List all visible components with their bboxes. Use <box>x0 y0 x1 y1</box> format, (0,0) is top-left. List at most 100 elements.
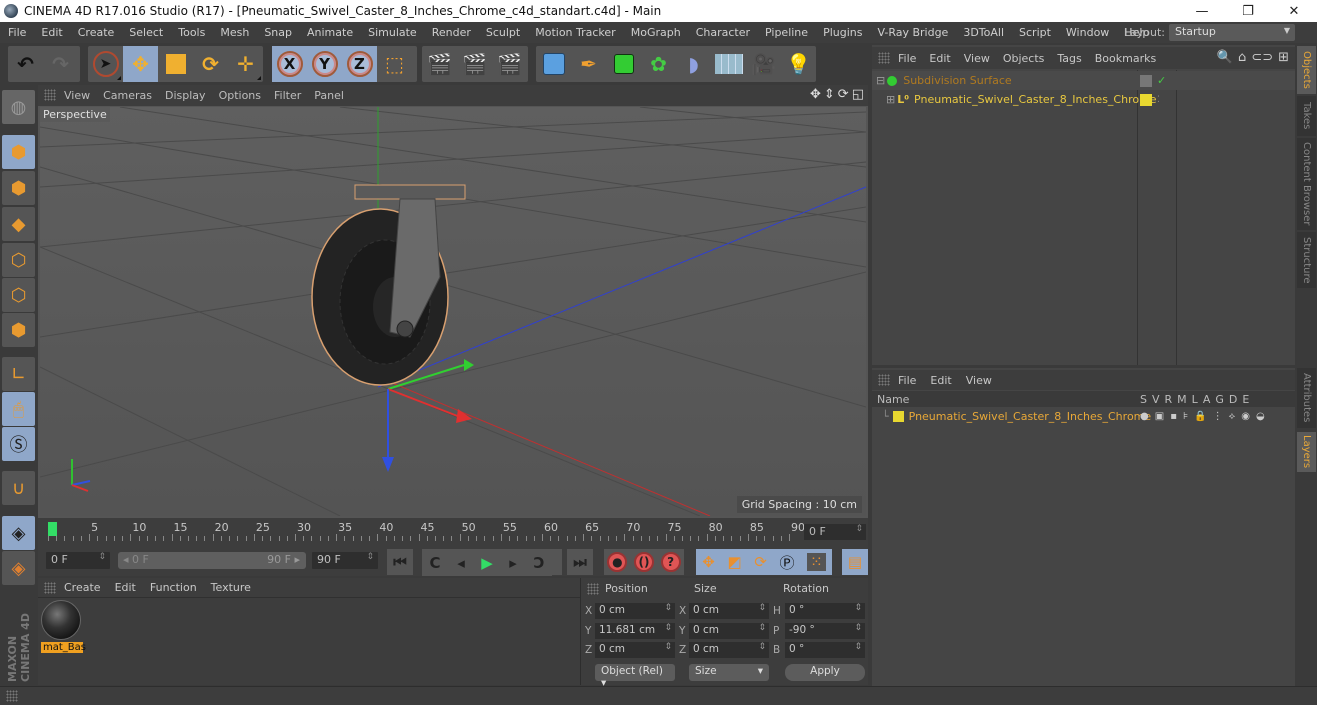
snap-magnet-icon[interactable]: ∪ <box>2 471 35 505</box>
menu-sculpt[interactable]: Sculpt <box>486 26 520 39</box>
layer-icon[interactable] <box>1140 74 1152 87</box>
col-generators[interactable]: G <box>1215 393 1224 406</box>
panel-grip-icon[interactable] <box>878 52 890 64</box>
go-to-start-icon[interactable]: ⏮ <box>387 549 413 575</box>
col-solo[interactable]: S <box>1140 393 1147 406</box>
key-position-icon[interactable]: ✥ <box>702 553 715 571</box>
camera-label[interactable]: Perspective <box>40 107 110 122</box>
menu-pipeline[interactable]: Pipeline <box>765 26 808 39</box>
menu-file[interactable]: File <box>8 26 26 39</box>
deformers-toggle-icon[interactable]: ◉ <box>1241 411 1250 422</box>
coordinate-system-icon[interactable]: ⬚ <box>377 46 412 82</box>
menu-create[interactable]: Create <box>78 26 115 39</box>
material-swatch[interactable]: mat_Bas <box>41 600 86 658</box>
select-tool-icon[interactable]: ➤ <box>88 46 123 82</box>
menu-render[interactable]: Render <box>432 26 471 39</box>
timeline-ruler[interactable]: 051015202530354045505560657075808590 0 F… <box>38 518 868 548</box>
close-button[interactable]: ✕ <box>1271 0 1317 22</box>
obj-menu-view[interactable]: View <box>964 52 990 65</box>
cloner-icon[interactable]: ✿ <box>641 46 676 82</box>
material-menu-create[interactable]: Create <box>64 581 101 594</box>
col-locked[interactable]: L <box>1192 393 1198 406</box>
object-row-caster[interactable]: ⊞ L⁰ Pneumatic_Swivel_Caster_8_Inches_Ch… <box>872 90 1160 109</box>
obj-menu-bookmarks[interactable]: Bookmarks <box>1095 52 1156 65</box>
redo-icon[interactable]: ↷ <box>43 46 78 82</box>
menu-3dtoall[interactable]: 3DToAll <box>963 26 1004 39</box>
menu-edit[interactable]: Edit <box>41 26 62 39</box>
menu-select[interactable]: Select <box>129 26 163 39</box>
model-mode-icon[interactable]: ⬢ <box>2 135 35 169</box>
menu-mograph[interactable]: MoGraph <box>631 26 681 39</box>
layer-color-swatch[interactable] <box>1140 93 1152 106</box>
panel-grip-icon[interactable] <box>6 690 18 702</box>
render-view-icon[interactable]: 🎬 <box>422 46 457 82</box>
position-y-field[interactable]: 11.681 cm ⇕ <box>595 623 675 639</box>
polygons-mode-icon[interactable]: ⬢ <box>2 313 35 347</box>
col-expressions[interactable]: E <box>1242 393 1249 406</box>
col-deformers[interactable]: D <box>1229 393 1237 406</box>
orbit-view-icon[interactable]: ⟳ <box>838 87 849 102</box>
layer-name[interactable]: Pneumatic_Swivel_Caster_8_Inches_Chrome <box>909 410 1152 423</box>
cube-primitive-icon[interactable] <box>536 46 571 82</box>
pan-view-icon[interactable]: ✥ <box>810 87 821 102</box>
viewport-menu-options[interactable]: Options <box>219 89 261 102</box>
key-rotation-icon[interactable]: ⟳ <box>754 553 767 571</box>
spline-pen-icon[interactable]: ✒ <box>571 46 606 82</box>
key-scale-icon[interactable]: ◩ <box>727 553 741 571</box>
position-z-field[interactable]: 0 cm ⇕ <box>595 642 675 658</box>
frame-range-slider[interactable]: ◂ 0 F 90 F ▸ <box>118 552 306 569</box>
rotation-p-field[interactable]: -90 ° ⇕ <box>785 623 865 639</box>
col-manager[interactable]: M <box>1177 393 1187 406</box>
layer-menu-edit[interactable]: Edit <box>930 374 951 387</box>
name-column-header[interactable]: Name <box>877 393 909 406</box>
tweak-mode-icon[interactable]: 🖱 <box>2 392 35 426</box>
position-x-field[interactable]: 0 cm ⇕ <box>595 603 675 619</box>
object-name[interactable]: Subdivision Surface <box>903 74 1011 87</box>
solo-toggle-icon[interactable]: ● <box>1140 411 1149 422</box>
material-menu-texture[interactable]: Texture <box>211 581 251 594</box>
menu-motion-tracker[interactable]: Motion Tracker <box>535 26 615 39</box>
previous-key-icon[interactable]: C <box>422 550 448 576</box>
edges-mode-icon[interactable]: ⬡ <box>2 278 35 312</box>
live-selection-icon[interactable]: ✛ <box>228 46 263 82</box>
axis-mode-icon[interactable]: ∟ <box>2 357 35 391</box>
locked-workplane-icon[interactable]: ◈ <box>2 551 35 585</box>
new-window-icon[interactable]: ⊞ <box>1278 50 1289 65</box>
layer-color-swatch[interactable] <box>892 411 904 422</box>
viewport-menu-display[interactable]: Display <box>165 89 206 102</box>
size-y-field[interactable]: 0 cm ⇕ <box>689 623 769 639</box>
rotation-b-field[interactable]: 0 ° ⇕ <box>785 642 865 658</box>
next-frame-icon[interactable]: ▸ <box>500 550 526 576</box>
menu-character[interactable]: Character <box>696 26 750 39</box>
zoom-view-icon[interactable]: ⇕ <box>824 87 835 102</box>
record-keys-icon[interactable]: ● <box>607 552 628 572</box>
col-animation[interactable]: A <box>1203 393 1211 406</box>
autokeying-icon[interactable]: () <box>633 552 654 572</box>
next-key-icon[interactable]: Ↄ <box>526 550 552 576</box>
toggle-view-icon[interactable]: ◱ <box>852 87 864 102</box>
go-to-end-icon[interactable]: ⏭ <box>567 549 593 575</box>
keyframe-selection-icon[interactable]: ? <box>660 552 681 572</box>
expand-icon[interactable]: ⊞ <box>886 93 895 106</box>
make-editable-icon[interactable]: ◍ <box>2 90 35 124</box>
lock-toggle-icon[interactable]: 🔒 <box>1194 411 1206 422</box>
search-icon[interactable]: 🔍 <box>1217 50 1233 65</box>
coordinate-mode-dropdown[interactable]: Object (Rel) ▾ <box>595 664 675 689</box>
object-name[interactable]: Pneumatic_Swivel_Caster_8_Inches_Chrome <box>914 93 1157 106</box>
viewport-menu-view[interactable]: View <box>64 89 90 102</box>
viewport-menu-filter[interactable]: Filter <box>274 89 301 102</box>
render-settings-icon[interactable]: 🎬 <box>492 46 527 82</box>
expressions-toggle-icon[interactable]: ◒ <box>1256 411 1265 422</box>
menu-mesh[interactable]: Mesh <box>220 26 249 39</box>
col-visible[interactable]: V <box>1152 393 1160 406</box>
menu-script[interactable]: Script <box>1019 26 1051 39</box>
menu-tools[interactable]: Tools <box>178 26 205 39</box>
render-picture-viewer-icon[interactable]: 🎬 <box>457 46 492 82</box>
obj-menu-objects[interactable]: Objects <box>1003 52 1045 65</box>
visible-toggle-icon[interactable]: ▣ <box>1155 411 1164 422</box>
object-row-subdivision[interactable]: ⊟ Subdivision Surface ✓ <box>872 71 1295 90</box>
end-frame-field[interactable]: 90 F ⇕ <box>312 552 378 569</box>
tab-takes[interactable]: Takes <box>1297 96 1316 136</box>
solo-mode-icon[interactable]: Ⓢ <box>2 427 35 461</box>
points-mode-icon[interactable]: ⬡ <box>2 243 35 277</box>
